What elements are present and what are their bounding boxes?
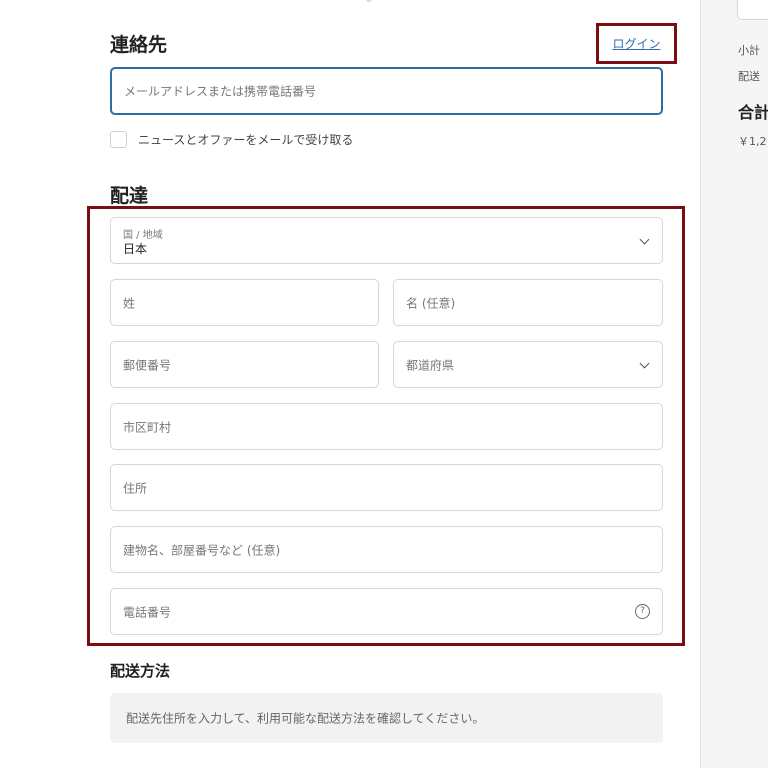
newsletter-checkbox[interactable] xyxy=(110,131,127,148)
email-placeholder: メールアドレスまたは携帯電話番号 xyxy=(124,84,317,99)
chevron-down-icon xyxy=(639,234,650,244)
login-highlight: ログイン xyxy=(596,23,677,64)
building-field[interactable]: 建物名、部屋番号など (任意) xyxy=(110,526,663,573)
postal-code-field[interactable]: 郵便番号 xyxy=(110,341,379,388)
address-field[interactable]: 住所 xyxy=(110,464,663,511)
total-label: 合計 xyxy=(738,103,768,122)
prefecture-select[interactable]: 都道府県 xyxy=(393,341,663,388)
phone-placeholder: 電話番号 xyxy=(123,605,172,619)
shipping-notice-text: 配送先住所を入力して、利用可能な配送方法を確認してください。 xyxy=(126,711,485,726)
scroll-indicator xyxy=(366,0,372,2)
last-name-placeholder: 姓 xyxy=(123,296,136,310)
help-icon[interactable]: ? xyxy=(635,603,650,619)
shipping-label: 配送 xyxy=(738,70,760,83)
total-value: ￥1,2 xyxy=(738,135,767,148)
email-field[interactable]: メールアドレスまたは携帯電話番号 xyxy=(110,67,663,115)
country-select[interactable]: 国 / 地域 日本 xyxy=(110,217,663,264)
order-summary-sidebar: 小計 配送 合計 ￥1,2 xyxy=(700,0,768,768)
first-name-placeholder: 名 (任意) xyxy=(406,296,456,310)
phone-field[interactable]: 電話番号 ? xyxy=(110,588,663,635)
discount-code-field[interactable] xyxy=(737,0,768,20)
subtotal-label: 小計 xyxy=(738,44,760,57)
country-value: 日本 xyxy=(123,242,148,256)
postal-code-placeholder: 郵便番号 xyxy=(123,358,172,372)
checkout-main: 連絡先 ログイン メールアドレスまたは携帯電話番号 ニュースとオファーをメールで… xyxy=(0,0,700,768)
city-field[interactable]: 市区町村 xyxy=(110,403,663,450)
last-name-field[interactable]: 姓 xyxy=(110,279,379,326)
prefecture-placeholder: 都道府県 xyxy=(406,358,455,372)
first-name-field[interactable]: 名 (任意) xyxy=(393,279,663,326)
building-placeholder: 建物名、部屋番号など (任意) xyxy=(123,543,281,557)
newsletter-label: ニュースとオファーをメールで受け取る xyxy=(138,133,354,147)
address-placeholder: 住所 xyxy=(123,481,148,495)
contact-heading: 連絡先 xyxy=(110,34,168,56)
country-label: 国 / 地域 xyxy=(123,230,163,241)
city-placeholder: 市区町村 xyxy=(123,420,172,434)
chevron-down-icon xyxy=(639,358,650,368)
login-link[interactable]: ログイン xyxy=(612,35,660,52)
shipping-method-notice: 配送先住所を入力して、利用可能な配送方法を確認してください。 xyxy=(110,693,663,743)
shipping-method-heading: 配送方法 xyxy=(110,662,171,680)
delivery-heading: 配達 xyxy=(110,185,149,207)
